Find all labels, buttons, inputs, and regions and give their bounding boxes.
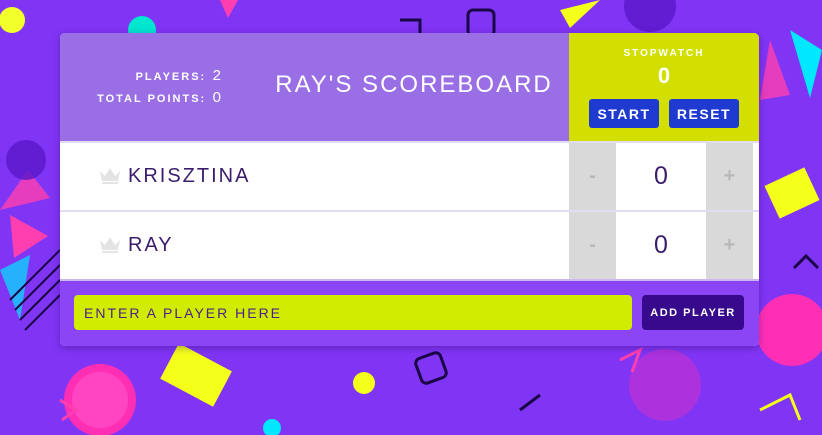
player-score: 0 xyxy=(654,162,668,190)
players-stat: PLAYERS: 2 xyxy=(97,67,223,89)
crown-icon xyxy=(100,168,120,184)
decrement-score-button[interactable]: - xyxy=(569,212,616,279)
total-points-value: 0 xyxy=(212,89,223,106)
scoreboard: PLAYERS: 2 TOTAL POINTS: 0 RAY'S SCOREBO… xyxy=(60,33,759,346)
total-points-label: TOTAL POINTS: xyxy=(97,93,207,105)
start-button[interactable]: START xyxy=(589,99,659,128)
players-count: 2 xyxy=(212,67,223,84)
players-label: PLAYERS: xyxy=(135,71,207,83)
page-title: RAY'S SCOREBOARD xyxy=(275,71,553,98)
total-points-stat: TOTAL POINTS: 0 xyxy=(97,89,223,111)
crown-icon xyxy=(100,237,120,253)
scoreboard-header: PLAYERS: 2 TOTAL POINTS: 0 RAY'S SCOREBO… xyxy=(60,33,759,141)
player-score: 0 xyxy=(654,231,668,259)
player-name-input[interactable] xyxy=(74,295,632,330)
player-name: KRISZTINA xyxy=(128,165,251,187)
increment-score-button[interactable]: + xyxy=(706,143,753,210)
reset-button[interactable]: RESET xyxy=(669,99,739,128)
add-player-button[interactable]: ADD PLAYER xyxy=(642,295,744,330)
player-row: RAY - 0 + xyxy=(60,210,759,279)
increment-score-button[interactable]: + xyxy=(706,212,753,279)
add-player-form: ADD PLAYER xyxy=(60,279,759,346)
stopwatch-panel: STOPWATCH 0 START RESET xyxy=(569,33,759,141)
stopwatch-time: 0 xyxy=(657,63,671,88)
stats-panel: PLAYERS: 2 TOTAL POINTS: 0 xyxy=(97,67,223,111)
player-name: RAY xyxy=(128,234,174,256)
decrement-score-button[interactable]: - xyxy=(569,143,616,210)
stopwatch-label: STOPWATCH xyxy=(623,48,705,59)
player-row: KRISZTINA - 0 + xyxy=(60,141,759,210)
